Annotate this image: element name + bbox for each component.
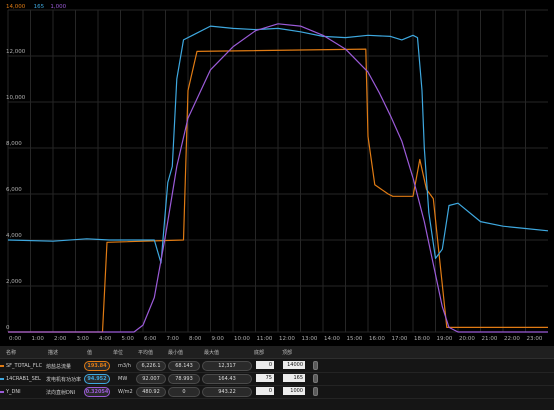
x-tick-label: 3:00 (77, 336, 90, 342)
header-unit: 单位 (113, 350, 124, 356)
x-tick-label: 14:00 (324, 336, 340, 342)
row-min: 0 (168, 387, 200, 397)
row-top-input[interactable]: 165 (283, 374, 305, 382)
y-tick-label: 2,000 (6, 279, 22, 285)
y-tick-label: 10,000 (6, 95, 26, 101)
row-top-input[interactable]: 14000 (283, 361, 305, 369)
x-tick-label: 8:00 (189, 336, 202, 342)
row-unit: MW (118, 376, 128, 382)
trend-viewer: 12,000 10,000 8,000 6,000 4,000 2,000 0 0:00 1:… (0, 0, 554, 410)
row-name: 14CRAB1_SEL (6, 376, 41, 382)
row-min: 68.143 (168, 361, 200, 371)
row-min: 78.993 (168, 374, 200, 384)
table-row[interactable]: SF_TOTAL_FLC 熔盐总流量 193.84 m3/h 6,226.1 6… (0, 359, 554, 373)
row-avg: 480.92 (136, 387, 166, 397)
series-swatch (0, 365, 4, 367)
y-tick-label: 12,000 (6, 49, 26, 55)
row-value: 193.84 (84, 361, 110, 371)
row-desc: 熔盐总流量 (46, 364, 72, 370)
series-swatch (0, 378, 4, 380)
x-tick-label: 12:00 (279, 336, 295, 342)
x-tick-label: 6:00 (144, 336, 157, 342)
row-bottom-input[interactable]: 0 (256, 387, 274, 395)
x-tick-label: 16:00 (369, 336, 385, 342)
x-tick-label: 19:00 (437, 336, 453, 342)
header-name: 名称 (6, 350, 17, 356)
row-desc: 发电机有功功率 (46, 377, 82, 383)
x-tick-label: 22:00 (504, 336, 520, 342)
x-tick-label: 17:00 (392, 336, 408, 342)
x-tick-label: 4:00 (99, 336, 112, 342)
x-tick-label: 1:00 (32, 336, 45, 342)
y-axis: 12,000 10,000 8,000 6,000 4,000 2,000 0 (6, 49, 26, 331)
row-avg: 92.007 (136, 374, 166, 384)
x-tick-label: 0:00 (9, 336, 22, 342)
header-avg: 平均值 (138, 350, 154, 356)
row-toggle[interactable] (313, 361, 318, 370)
table-row[interactable]: Y_DNI 法向直射DNI 0.32054 W/m2 480.92 0 943.… (0, 385, 554, 399)
row-name: Y_DNI (6, 389, 21, 395)
header-top: 顶部 (282, 350, 293, 356)
legend-value: 165 (34, 4, 45, 10)
x-tick-label: 5:00 (122, 336, 135, 342)
x-tick-label: 7:00 (167, 336, 180, 342)
x-tick-label: 23:00 (527, 336, 543, 342)
trend-chart-svg[interactable]: 12,000 10,000 8,000 6,000 4,000 2,000 0 0:00 1:… (0, 0, 554, 346)
data-table: 名称 描述 值 单位 平均值 最小值 最大值 底部 顶部 SF_TOTAL_FL… (0, 346, 554, 410)
x-tick-label: 21:00 (482, 336, 498, 342)
row-toggle[interactable] (313, 374, 318, 383)
x-tick-label: 2:00 (54, 336, 67, 342)
y-tick-label: 4,000 (6, 233, 22, 239)
row-unit: W/m2 (118, 389, 133, 395)
row-value: 94.952 (84, 374, 110, 384)
row-name: SF_TOTAL_FLC (6, 363, 43, 369)
y-tick-label: 6,000 (6, 187, 22, 193)
table-row[interactable]: 14CRAB1_SEL 发电机有功功率 94.952 MW 92.007 78.… (0, 372, 554, 386)
x-tick-label: 11:00 (257, 336, 273, 342)
x-tick-label: 18:00 (414, 336, 430, 342)
header-desc: 描述 (48, 350, 59, 356)
row-toggle[interactable] (313, 387, 318, 396)
grid-layer (7, 9, 548, 333)
y-tick-label: 8,000 (6, 141, 22, 147)
x-tick-label: 20:00 (459, 336, 475, 342)
row-desc: 法向直射DNI (46, 390, 76, 396)
row-unit: m3/h (118, 363, 131, 369)
chart-legend: 14,000 165 1,000 (6, 4, 67, 10)
x-tick-label: 13:00 (302, 336, 318, 342)
row-bottom-input[interactable]: 0 (256, 361, 274, 369)
row-max: 12,317 (202, 361, 252, 371)
row-max: 164.43 (202, 374, 252, 384)
series-swatch (0, 391, 4, 393)
x-tick-label: 9:00 (212, 336, 225, 342)
row-top-input[interactable]: 1000 (283, 387, 305, 395)
x-tick-label: 15:00 (347, 336, 363, 342)
legend-value: 1,000 (50, 4, 66, 10)
table-header: 名称 描述 值 单位 平均值 最小值 最大值 底部 顶部 (0, 346, 554, 359)
trend-chart[interactable]: 12,000 10,000 8,000 6,000 4,000 2,000 0 0:00 1:… (0, 0, 554, 346)
row-bottom-input[interactable]: 75 (256, 374, 274, 382)
y-tick-label: 0 (6, 325, 10, 331)
row-avg: 6,226.1 (136, 361, 166, 371)
row-max: 943.22 (202, 387, 252, 397)
legend-value: 14,000 (6, 4, 26, 10)
x-axis: 0:00 1:00 2:00 3:00 4:00 5:00 6:00 7:00 8:00 9:00… (9, 336, 543, 342)
header-bottom: 底部 (254, 350, 265, 356)
header-value: 值 (87, 350, 93, 356)
header-max: 最大值 (204, 350, 220, 356)
header-min: 最小值 (168, 350, 184, 356)
x-tick-label: 10:00 (234, 336, 250, 342)
row-value: 0.32054 (84, 387, 110, 397)
